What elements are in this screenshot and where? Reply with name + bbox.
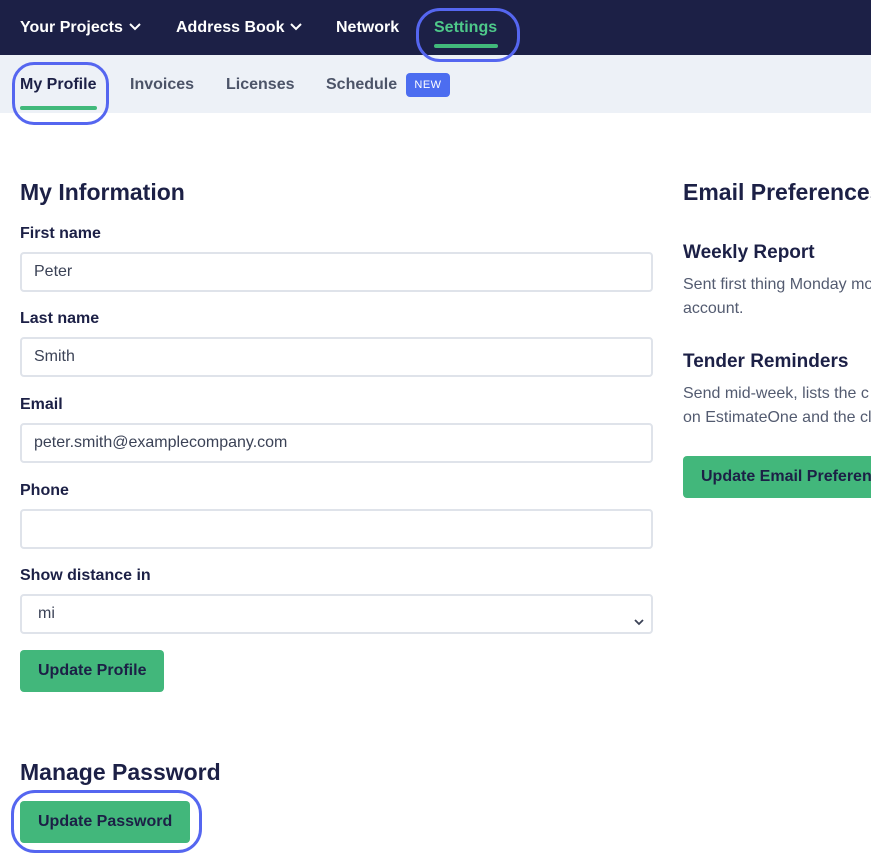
tab-licenses[interactable]: Licenses (226, 74, 294, 96)
chevron-down-icon (633, 607, 645, 643)
tab-my-profile[interactable]: My Profile (20, 74, 96, 96)
phone-field[interactable] (20, 509, 653, 549)
tab-active-indicator (20, 106, 97, 110)
nav-your-projects[interactable]: Your Projects (20, 17, 141, 39)
update-profile-button[interactable]: Update Profile (20, 650, 165, 692)
nav-address-book-label: Address Book (176, 19, 285, 36)
distance-unit-value: mi (38, 605, 55, 622)
update-email-preferences-button[interactable]: Update Email Preferences (683, 456, 871, 498)
last-name-label: Last name (20, 310, 100, 327)
nav-your-projects-label: Your Projects (20, 19, 123, 36)
first-name-label: First name (20, 225, 101, 242)
nav-network-label: Network (336, 19, 400, 36)
first-name-field[interactable] (20, 252, 653, 292)
nav-active-indicator (434, 44, 498, 48)
nav-settings-label: Settings (434, 19, 498, 36)
weekly-report-desc-line2: account. (683, 300, 744, 317)
chevron-down-icon (129, 16, 141, 38)
phone-label: Phone (20, 482, 69, 499)
nav-settings[interactable]: Settings (434, 17, 497, 39)
tender-reminders-title: Tender Reminders (683, 351, 849, 372)
tender-reminders-desc-line1: Send mid-week, lists the c (683, 385, 869, 402)
email-label: Email (20, 396, 63, 413)
tab-schedule[interactable]: Schedule (326, 74, 397, 96)
email-preferences-section: Email Preferences Weekly Report Sent fir… (683, 176, 871, 506)
email-preferences-title: Email Preferences (683, 179, 871, 205)
chevron-down-icon (290, 16, 303, 38)
update-password-button[interactable]: Update Password (20, 801, 191, 843)
last-name-field[interactable] (20, 337, 653, 377)
distance-label: Show distance in (20, 567, 151, 584)
my-information-title: My Information (20, 179, 185, 205)
email-field[interactable] (20, 423, 653, 463)
nav-address-book[interactable]: Address Book (176, 16, 303, 39)
tab-invoices[interactable]: Invoices (130, 74, 194, 96)
tender-reminders-desc-line2: on EstimateOne and the cl (683, 409, 871, 426)
weekly-report-desc-line1: Sent first thing Monday mo (683, 276, 871, 293)
top-nav: Your Projects Address Book Network Setti… (0, 0, 871, 55)
new-badge: NEW (406, 73, 450, 97)
manage-password-title: Manage Password (20, 759, 221, 785)
distance-unit-select[interactable]: mi (20, 594, 653, 634)
weekly-report-title: Weekly Report (683, 242, 815, 263)
nav-network[interactable]: Network (336, 17, 399, 39)
